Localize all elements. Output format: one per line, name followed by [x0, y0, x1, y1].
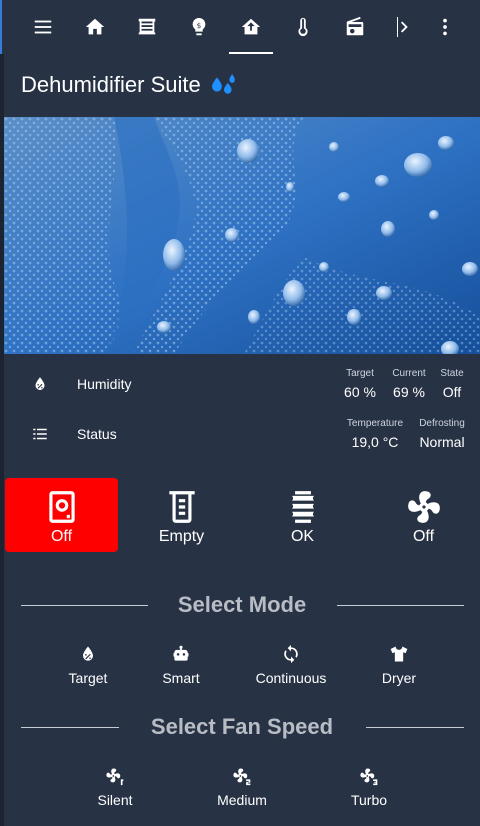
- power-tile[interactable]: Off: [5, 478, 118, 552]
- status-tiles: Off Empty OK Off: [4, 478, 480, 552]
- dehumidifier-icon: [48, 491, 75, 523]
- mode-smart-button[interactable]: Smart: [131, 644, 231, 686]
- temperature-key: Temperature: [346, 418, 404, 429]
- menu-icon[interactable]: [19, 0, 67, 54]
- fan-icon: [407, 491, 440, 523]
- fan-tile-label: Off: [412, 528, 435, 545]
- tank-tile-label: Empty: [158, 528, 205, 545]
- blinds-icon[interactable]: [123, 0, 171, 54]
- fan-turbo-label: Turbo: [350, 792, 388, 808]
- mode-dryer-button[interactable]: Dryer: [349, 644, 449, 686]
- status-label: Status: [77, 426, 117, 442]
- power-tile-label: Off: [50, 528, 73, 545]
- home-export-icon[interactable]: [227, 0, 275, 54]
- fan-speed-1-icon: [106, 768, 124, 786]
- select-mode-title: Select Mode: [177, 592, 307, 617]
- defrosting-value: Normal: [419, 434, 465, 450]
- dashboard-view: Dehumidifier Suite Humidity Target 60 % …: [4, 54, 480, 826]
- fan-speed-2-icon: [233, 768, 251, 786]
- current-value: 69 %: [393, 384, 425, 400]
- page-header: Dehumidifier Suite: [4, 54, 480, 116]
- fan-speed-3-icon: [360, 768, 378, 786]
- condensation-hero-image: [4, 117, 480, 354]
- target-value: 60 %: [344, 384, 376, 400]
- tshirt-icon: [390, 646, 408, 662]
- page-title: Dehumidifier Suite: [21, 72, 201, 97]
- current-humidity-stat: Current 69 %: [387, 368, 431, 400]
- status-row[interactable]: Status Temperature 19,0 °C Defrosting No…: [4, 408, 480, 460]
- fan-turbo-button[interactable]: Turbo: [319, 766, 419, 808]
- format-list-icon: [33, 428, 47, 440]
- mode-selection-card: Select Mode Target Smart Continuous Drye…: [4, 560, 480, 826]
- mode-dryer-label: Dryer: [381, 670, 417, 686]
- mode-continuous-button[interactable]: Continuous: [241, 644, 341, 686]
- water-percent-icon: [83, 646, 93, 661]
- filter-tile[interactable]: OK: [246, 478, 359, 552]
- thermometer-icon[interactable]: [279, 0, 327, 54]
- fan-silent-label: Silent: [97, 792, 133, 808]
- tank-tile[interactable]: Empty: [125, 478, 238, 552]
- fan-medium-button[interactable]: Medium: [192, 766, 292, 808]
- mode-smart-label: Smart: [162, 670, 200, 686]
- fan-medium-label: Medium: [217, 792, 267, 808]
- top-navigation-bar: $: [0, 0, 480, 54]
- state-stat: State Off: [436, 368, 468, 400]
- water-drops-icon: [211, 74, 235, 94]
- filter-tile-label: OK: [290, 528, 315, 545]
- defrosting-stat: Defrosting Normal: [416, 418, 468, 450]
- humidity-label: Humidity: [77, 376, 132, 392]
- temperature-stat: Temperature 19,0 °C: [340, 418, 410, 450]
- target-key: Target: [346, 368, 374, 379]
- home-icon[interactable]: [71, 0, 119, 54]
- filter-icon: [291, 491, 314, 523]
- more-vertical-icon[interactable]: [421, 0, 469, 54]
- humidity-row[interactable]: Humidity Target 60 % Current 69 % State …: [4, 358, 480, 410]
- beaker-icon: [168, 491, 195, 523]
- mode-target-button[interactable]: Target: [38, 644, 138, 686]
- fan-tile[interactable]: Off: [367, 478, 480, 552]
- robot-icon: [173, 645, 189, 661]
- svg-text:$: $: [197, 21, 202, 30]
- mode-target-label: Target: [68, 670, 108, 686]
- state-key: State: [440, 368, 464, 379]
- current-key: Current: [392, 368, 426, 379]
- select-fan-speed-title: Select Fan Speed: [150, 714, 334, 739]
- target-humidity-stat: Target 60 %: [338, 368, 382, 400]
- defrosting-key: Defrosting: [419, 418, 465, 429]
- mode-continuous-label: Continuous: [255, 670, 327, 686]
- sync-icon: [284, 644, 298, 664]
- radio-icon[interactable]: [331, 0, 379, 54]
- state-value: Off: [442, 384, 462, 400]
- lightbulb-icon[interactable]: $: [175, 0, 223, 54]
- water-percent-icon: [35, 377, 45, 390]
- temperature-value: 19,0 °C: [351, 434, 399, 450]
- sensor-info-panel: Humidity Target 60 % Current 69 % State …: [4, 354, 480, 468]
- fan-silent-button[interactable]: Silent: [65, 766, 165, 808]
